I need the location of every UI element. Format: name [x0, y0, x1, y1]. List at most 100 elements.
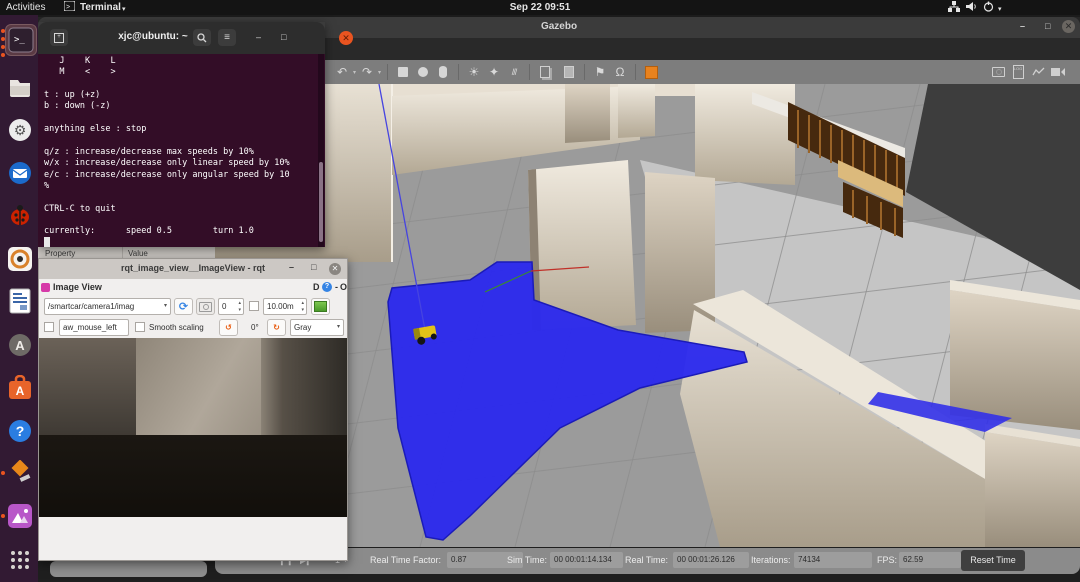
camera-wall-right [261, 338, 347, 435]
svg-text:A: A [15, 338, 25, 353]
box-icon[interactable] [395, 64, 411, 80]
property-column-header: Property [45, 249, 75, 258]
fps-label: FPS: [877, 555, 897, 565]
dock-libreoffice-writer-icon[interactable] [5, 286, 35, 316]
rqt-close-icon[interactable]: ✕ [329, 263, 341, 275]
dock-button[interactable]: D [313, 282, 320, 292]
activities-button[interactable]: Activities [6, 1, 45, 14]
gazebo-minimize-icon[interactable]: – [1020, 21, 1025, 31]
sim-time-value: 00 00:01:14.134 [550, 552, 623, 568]
power-icon[interactable] [983, 1, 994, 14]
redo-icon[interactable]: ↷ [359, 64, 375, 80]
spot-light-icon[interactable]: ✦ [486, 64, 502, 80]
camera-image-view[interactable] [39, 338, 347, 517]
svg-text:>_: >_ [14, 35, 25, 45]
dock-ladybug-icon[interactable] [5, 201, 35, 231]
depth-checkbox[interactable] [249, 301, 259, 311]
sim-time-label: Sim Time: [507, 555, 547, 565]
reset-time-button[interactable]: Reset Time [961, 550, 1025, 571]
range-spinbox[interactable]: 10.00m▴▾ [263, 298, 307, 315]
close-plugin-button[interactable]: O [340, 282, 347, 292]
dock-rhythmbox-icon[interactable] [5, 244, 35, 274]
dock-thunderbird-icon[interactable] [5, 158, 35, 188]
rotate-left-icon[interactable]: ↺ [219, 319, 238, 336]
dock-software-center-icon[interactable]: A [5, 330, 35, 360]
svg-text:A: A [16, 384, 25, 398]
refresh-topics-icon[interactable]: ⟳ [174, 298, 193, 315]
point-light-icon[interactable]: ☀ [466, 64, 482, 80]
gazebo-close-icon[interactable]: ✕ [1062, 20, 1075, 33]
terminal-line: e/c : increase/decrease only angular spe… [44, 170, 290, 181]
video-record-icon[interactable] [1050, 64, 1066, 80]
plot-icon[interactable] [1030, 64, 1046, 80]
dock-app-grid-icon[interactable] [5, 545, 35, 575]
dock-ubuntu-software-icon[interactable]: A [5, 373, 35, 403]
colormap-select[interactable]: Gray▾ [290, 319, 344, 336]
terminal-line: J K L [44, 56, 116, 67]
topic-select[interactable]: /smartcar/camera1/imag▾ [44, 298, 171, 315]
image-view-plugin-header[interactable]: Image View D ? - O [39, 279, 347, 297]
mouse-click-checkbox[interactable] [44, 322, 54, 332]
svg-text:⚙: ⚙ [14, 122, 27, 138]
system-menu-caret-icon[interactable]: ▾ [998, 3, 1002, 16]
app-menu-caret-icon: ▾ [122, 3, 126, 16]
paste-icon[interactable] [561, 64, 577, 80]
app-menu[interactable]: Terminal [80, 1, 121, 14]
gazebo-maximize-icon[interactable]: □ [1045, 21, 1050, 31]
terminal-output[interactable]: J K L M < > t : up (+z) b : down (-z) an… [38, 54, 325, 247]
terminal-line: t : up (+z) [44, 90, 100, 101]
menu-icon[interactable]: ≡ [218, 29, 236, 46]
terminal-line: % [44, 181, 49, 192]
rqt-window-title: rqt_image_view__ImageView - rqt [39, 263, 347, 273]
terminal-close-icon[interactable]: ✕ [339, 31, 353, 45]
mouse-topic-field[interactable]: aw_mouse_left [59, 319, 129, 336]
fps-value: 62.59 [899, 552, 961, 568]
rotate-right-icon[interactable]: ↻ [267, 319, 286, 336]
network-icon[interactable] [948, 1, 960, 14]
dock-help-icon[interactable]: ? [5, 416, 35, 446]
dock-image-viewer-icon[interactable] [5, 501, 35, 531]
svg-text:?: ? [16, 423, 25, 439]
snap-magnet-icon[interactable]: Ω [612, 64, 628, 80]
terminal-window: + xjc@ubuntu: ~ ≡ – □ ✕ J K L M < > t : … [38, 22, 325, 247]
sphere-icon[interactable] [415, 64, 431, 80]
cylinder-icon[interactable] [435, 64, 451, 80]
dock: >_ ⚙ A A ? [0, 15, 38, 582]
smooth-scaling-checkbox[interactable] [135, 322, 145, 332]
svg-text:>: > [66, 4, 70, 11]
minimize-plugin-icon[interactable]: - [335, 282, 338, 292]
volume-icon[interactable] [966, 1, 978, 14]
directional-light-icon[interactable]: /// [506, 64, 522, 80]
rqt-minimize-icon[interactable]: – [289, 262, 294, 272]
terminal-line: w/x : increase/decrease only linear spee… [44, 158, 290, 169]
dock-files-icon[interactable] [5, 71, 35, 101]
iterations-label: Iterations: [751, 555, 791, 565]
copy-icon[interactable] [537, 64, 553, 80]
dock-settings-icon[interactable]: ⚙ [5, 115, 35, 145]
undo-icon[interactable]: ↶ [334, 64, 350, 80]
align-icon[interactable]: ⚑ [592, 64, 608, 80]
zoom-spinbox[interactable]: 0▴▾ [218, 298, 244, 315]
screenshot-image-icon[interactable] [311, 298, 330, 315]
building-editor-icon[interactable] [643, 64, 659, 80]
plugin-icon [41, 283, 50, 292]
search-icon[interactable] [193, 29, 211, 46]
save-image-icon[interactable] [196, 298, 215, 315]
help-icon[interactable]: ? [322, 282, 332, 292]
screenshot-icon[interactable] [990, 64, 1006, 80]
terminal-maximize-icon[interactable]: □ [281, 32, 286, 42]
rotation-angle-label: 0° [251, 323, 259, 332]
dock-diamond-app-icon[interactable] [5, 458, 35, 488]
terminal-title-bar[interactable]: + xjc@ubuntu: ~ ≡ – □ ✕ [38, 22, 325, 54]
terminal-scrollbar[interactable] [318, 54, 324, 247]
terminal-line: q/z : increase/decrease max speeds by 10… [44, 147, 254, 158]
log-record-icon[interactable]: LOG [1010, 64, 1026, 80]
terminal-line: currently: speed 0.5 turn 1.0 [44, 226, 254, 237]
clock[interactable]: Sep 22 09:51 [490, 1, 590, 14]
dock-terminal-icon[interactable]: >_ [5, 24, 37, 56]
rqt-title-bar[interactable]: rqt_image_view__ImageView - rqt – □ ✕ [39, 259, 347, 279]
top-bar: Activities > Terminal ▾ Sep 22 09:51 ▾ [0, 0, 1080, 15]
plugin-title: Image View [53, 282, 102, 292]
rqt-maximize-icon[interactable]: □ [311, 262, 316, 272]
terminal-minimize-icon[interactable]: – [256, 32, 261, 42]
